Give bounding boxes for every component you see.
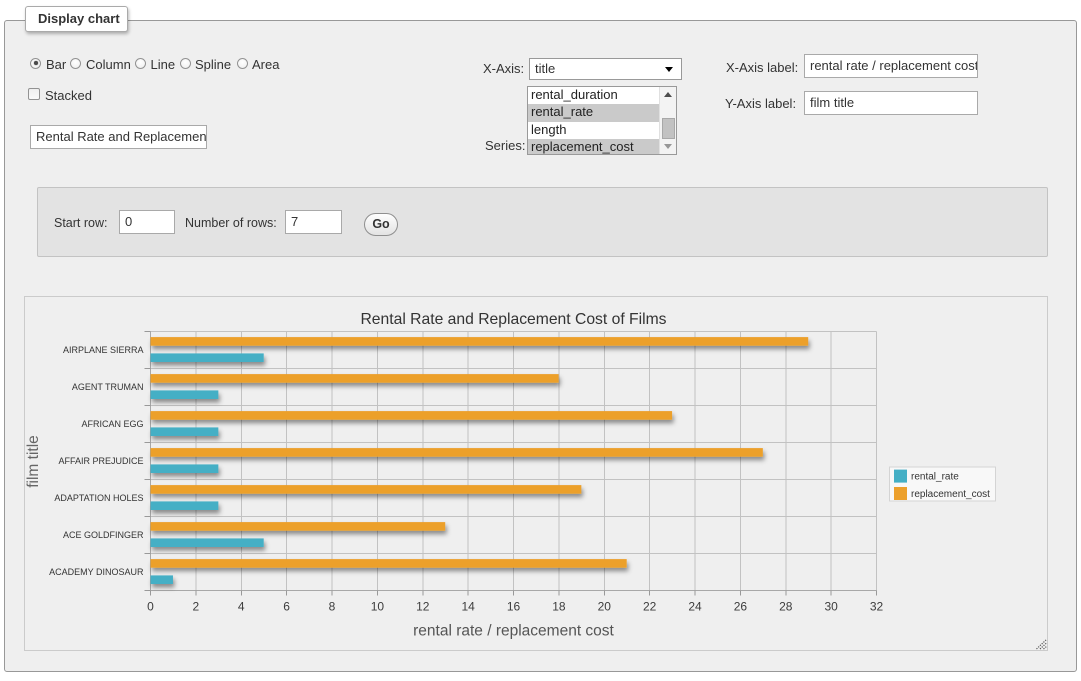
svg-text:AGENT TRUMAN: AGENT TRUMAN bbox=[72, 382, 144, 392]
svg-text:0: 0 bbox=[147, 600, 154, 614]
svg-text:12: 12 bbox=[416, 600, 430, 614]
svg-text:14: 14 bbox=[461, 600, 475, 614]
svg-text:film title: film title bbox=[25, 435, 42, 488]
svg-text:22: 22 bbox=[643, 600, 657, 614]
svg-text:replacement_cost: replacement_cost bbox=[911, 489, 990, 500]
svg-text:rental_rate: rental_rate bbox=[911, 472, 959, 483]
svg-text:ACADEMY DINOSAUR: ACADEMY DINOSAUR bbox=[49, 567, 144, 577]
svg-text:32: 32 bbox=[870, 600, 884, 614]
svg-text:Rental Rate and Replacement Co: Rental Rate and Replacement Cost of Film… bbox=[360, 311, 666, 328]
svg-text:8: 8 bbox=[329, 600, 336, 614]
svg-text:AFRICAN EGG: AFRICAN EGG bbox=[81, 419, 143, 429]
svg-text:rental rate / replacement cost: rental rate / replacement cost bbox=[413, 623, 614, 640]
svg-text:26: 26 bbox=[734, 600, 748, 614]
svg-text:30: 30 bbox=[824, 600, 838, 614]
svg-text:ADAPTATION HOLES: ADAPTATION HOLES bbox=[54, 493, 143, 503]
svg-text:6: 6 bbox=[283, 600, 290, 614]
svg-text:AIRPLANE SIERRA: AIRPLANE SIERRA bbox=[63, 345, 144, 355]
svg-text:ACE GOLDFINGER: ACE GOLDFINGER bbox=[63, 530, 144, 540]
svg-text:18: 18 bbox=[552, 600, 566, 614]
svg-text:28: 28 bbox=[779, 600, 793, 614]
svg-text:4: 4 bbox=[238, 600, 245, 614]
svg-text:2: 2 bbox=[193, 600, 200, 614]
svg-text:16: 16 bbox=[507, 600, 521, 614]
svg-text:10: 10 bbox=[371, 600, 385, 614]
svg-text:20: 20 bbox=[598, 600, 612, 614]
svg-text:24: 24 bbox=[688, 600, 702, 614]
svg-text:AFFAIR PREJUDICE: AFFAIR PREJUDICE bbox=[58, 456, 143, 466]
